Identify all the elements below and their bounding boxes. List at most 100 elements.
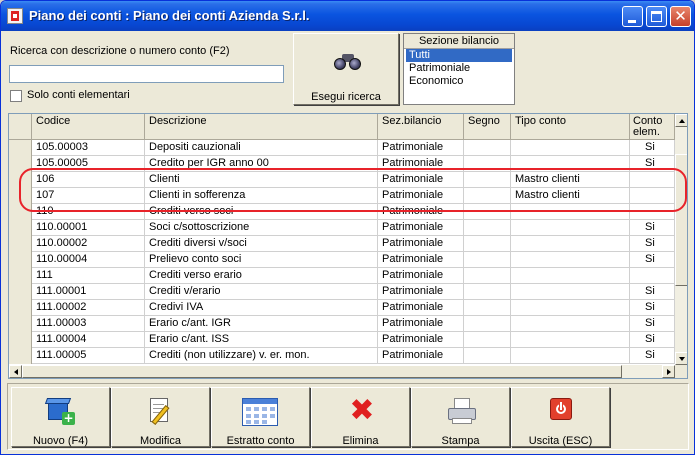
cell-conto-elem[interactable]: Si (630, 332, 675, 348)
row-indicator[interactable] (9, 204, 32, 220)
cell-codice[interactable]: 110.00004 (32, 252, 145, 268)
cell-descrizione[interactable]: Crediti v/erario (145, 284, 378, 300)
cell-descrizione[interactable]: Crediti diversi v/soci (145, 236, 378, 252)
cell-conto-elem[interactable] (630, 204, 675, 220)
table-row[interactable]: 111.00003 Erario c/ant. IGR Patrimoniale Si (9, 316, 675, 332)
row-indicator[interactable] (9, 236, 32, 252)
sezione-bilancio-listbox[interactable]: Sezione bilancio Tutti Patrimoniale Econ… (403, 33, 515, 105)
table-row[interactable]: 106 Clienti Patrimoniale Mastro clienti (9, 172, 675, 188)
cell-sez-bilancio[interactable]: Patrimoniale (378, 348, 464, 364)
row-indicator[interactable] (9, 284, 32, 300)
column-header-codice[interactable]: Codice (32, 114, 145, 140)
cell-descrizione[interactable]: Credivi IVA (145, 300, 378, 316)
cell-descrizione[interactable]: Soci c/sottoscrizione (145, 220, 378, 236)
row-indicator[interactable] (9, 156, 32, 172)
row-indicator[interactable] (9, 300, 32, 316)
cell-sez-bilancio[interactable]: Patrimoniale (378, 300, 464, 316)
cell-tipo-conto[interactable] (511, 252, 630, 268)
search-input[interactable] (9, 65, 284, 83)
cell-descrizione[interactable]: Credito per IGR anno 00 (145, 156, 378, 172)
sezione-option-patrimoniale[interactable]: Patrimoniale (406, 62, 512, 75)
cell-tipo-conto[interactable]: Mastro clienti (511, 188, 630, 204)
maximize-button[interactable] (646, 6, 667, 27)
cell-descrizione[interactable]: Prelievo conto soci (145, 252, 378, 268)
cell-segno[interactable] (464, 188, 511, 204)
cell-sez-bilancio[interactable]: Patrimoniale (378, 316, 464, 332)
cell-descrizione[interactable]: Clienti (145, 172, 378, 188)
table-row[interactable]: 110.00001 Soci c/sottoscrizione Patrimonia… (9, 220, 675, 236)
cell-codice[interactable]: 106 (32, 172, 145, 188)
table-row[interactable]: 111 Crediti verso erario Patrimoniale (9, 268, 675, 284)
cell-sez-bilancio[interactable]: Patrimoniale (378, 156, 464, 172)
cell-conto-elem[interactable]: Si (630, 156, 675, 172)
cell-segno[interactable] (464, 204, 511, 220)
cell-sez-bilancio[interactable]: Patrimoniale (378, 220, 464, 236)
cell-codice[interactable]: 107 (32, 188, 145, 204)
row-indicator[interactable] (9, 140, 32, 156)
cell-tipo-conto[interactable] (511, 220, 630, 236)
cell-segno[interactable] (464, 140, 511, 156)
table-row[interactable]: 105.00005 Credito per IGR anno 00 Patrimon… (9, 156, 675, 172)
horizontal-scrollbar[interactable] (9, 365, 675, 378)
close-button[interactable]: ✕ (670, 6, 691, 27)
only-elementary-checkbox[interactable] (10, 90, 22, 102)
vertical-scroll-thumb[interactable] (675, 154, 687, 286)
cell-sez-bilancio[interactable]: Patrimoniale (378, 252, 464, 268)
sezione-option-economico[interactable]: Economico (406, 75, 512, 88)
row-indicator[interactable] (9, 172, 32, 188)
cell-codice[interactable]: 111.00002 (32, 300, 145, 316)
column-header-descrizione[interactable]: Descrizione (145, 114, 378, 140)
sezione-option-tutti[interactable]: Tutti (406, 49, 512, 62)
table-row[interactable]: 111.00004 Erario c/ant. ISS Patrimoniale Si (9, 332, 675, 348)
table-row[interactable]: 110.00002 Crediti diversi v/soci Patrimoni… (9, 236, 675, 252)
table-row[interactable]: 110.00004 Prelievo conto soci Patrimoniale… (9, 252, 675, 268)
cell-codice[interactable]: 105.00005 (32, 156, 145, 172)
cell-segno[interactable] (464, 236, 511, 252)
column-header-segno[interactable]: Segno (464, 114, 511, 140)
row-indicator[interactable] (9, 332, 32, 348)
cell-tipo-conto[interactable] (511, 284, 630, 300)
cell-tipo-conto[interactable] (511, 140, 630, 156)
cell-descrizione[interactable]: Erario c/ant. ISS (145, 332, 378, 348)
row-indicator[interactable] (9, 252, 32, 268)
cell-conto-elem[interactable]: Si (630, 316, 675, 332)
cell-descrizione[interactable]: Depositi cauzionali (145, 140, 378, 156)
cell-codice[interactable]: 110.00002 (32, 236, 145, 252)
cell-sez-bilancio[interactable]: Patrimoniale (378, 332, 464, 348)
table-row[interactable]: 107 Clienti in sofferenza Patrimoniale Mast… (9, 188, 675, 204)
table-row[interactable]: 111.00002 Credivi IVA Patrimoniale Si (9, 300, 675, 316)
table-row[interactable]: 105.00003 Depositi cauzionali Patrimoniale… (9, 140, 675, 156)
cell-tipo-conto[interactable] (511, 300, 630, 316)
cell-conto-elem[interactable] (630, 172, 675, 188)
cell-codice[interactable]: 111.00001 (32, 284, 145, 300)
cell-conto-elem[interactable] (630, 268, 675, 284)
cell-conto-elem[interactable]: Si (630, 284, 675, 300)
cell-descrizione[interactable]: Erario c/ant. IGR (145, 316, 378, 332)
cell-segno[interactable] (464, 348, 511, 364)
cell-segno[interactable] (464, 332, 511, 348)
cell-tipo-conto[interactable]: Mastro clienti (511, 172, 630, 188)
exit-button[interactable]: Uscita (ESC) (511, 387, 610, 447)
cell-sez-bilancio[interactable]: Patrimoniale (378, 204, 464, 220)
cell-sez-bilancio[interactable]: Patrimoniale (378, 140, 464, 156)
delete-button[interactable]: ✖ Elimina (311, 387, 410, 447)
row-indicator[interactable] (9, 316, 32, 332)
cell-descrizione[interactable]: Crediti verso soci (145, 204, 378, 220)
minimize-button[interactable] (622, 6, 643, 27)
cell-sez-bilancio[interactable]: Patrimoniale (378, 236, 464, 252)
column-header-conto-elem[interactable]: Conto elem. (630, 114, 675, 140)
row-indicator[interactable] (9, 188, 32, 204)
cell-conto-elem[interactable]: Si (630, 220, 675, 236)
cell-sez-bilancio[interactable]: Patrimoniale (378, 188, 464, 204)
cell-tipo-conto[interactable] (511, 204, 630, 220)
cell-sez-bilancio[interactable]: Patrimoniale (378, 172, 464, 188)
cell-codice[interactable]: 110 (32, 204, 145, 220)
cell-sez-bilancio[interactable]: Patrimoniale (378, 268, 464, 284)
edit-button[interactable]: Modifica (111, 387, 210, 447)
cell-descrizione[interactable]: Clienti in sofferenza (145, 188, 378, 204)
cell-tipo-conto[interactable] (511, 156, 630, 172)
cell-codice[interactable]: 111.00004 (32, 332, 145, 348)
cell-segno[interactable] (464, 156, 511, 172)
search-button[interactable]: Esegui ricerca (293, 33, 399, 105)
cell-conto-elem[interactable]: Si (630, 348, 675, 364)
